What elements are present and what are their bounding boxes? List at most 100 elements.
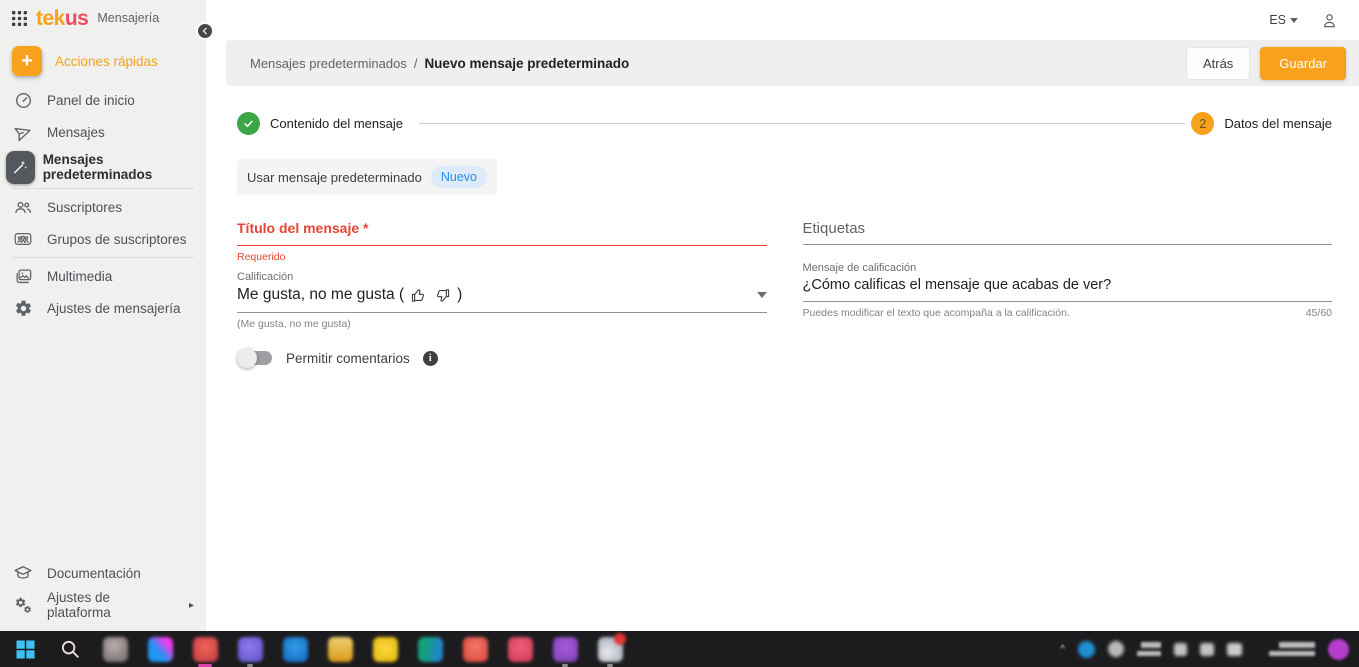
sidebar-item-ajustes-de-plataforma[interactable]: Ajustes de plataforma ▸ [0, 589, 206, 621]
sidebar-item-label: Documentación [47, 566, 141, 581]
logo-us: us [65, 7, 89, 30]
language-selector[interactable]: ES [1269, 13, 1298, 27]
rating-message-label: Mensaje de calificación [803, 262, 1333, 274]
quick-actions-label: Acciones rápidas [55, 54, 158, 69]
sidebar-divider [12, 257, 194, 258]
taskbar-app-icon-5[interactable] [282, 636, 308, 662]
title-error-hint: Requerido [237, 251, 767, 263]
taskbar-app-icon-11[interactable] [552, 636, 578, 662]
plus-icon[interactable]: + [12, 46, 42, 76]
taskbar-app-icon-1[interactable] [102, 636, 128, 662]
sidebar-item-label: Grupos de suscriptores [47, 232, 187, 247]
taskbar-icons [12, 636, 623, 662]
search-icon[interactable] [57, 636, 83, 662]
info-icon[interactable]: i [423, 351, 438, 366]
comments-toggle-label: Permitir comentarios [286, 351, 410, 366]
rating-select-label: Calificación [237, 271, 767, 283]
volume-icon[interactable] [1200, 643, 1214, 656]
app-window: tekus Mensajería + Acciones rápidas Pane… [0, 0, 1359, 631]
notification-icon[interactable] [1328, 639, 1349, 660]
rating-select[interactable]: Me gusta, no me gusta ( ) [237, 286, 767, 313]
title-input-label: Título del mensaje * [237, 220, 368, 236]
taskbar-app-icon-4[interactable] [237, 636, 263, 662]
chevron-down-icon [1290, 18, 1298, 23]
back-button[interactable]: Atrás [1186, 47, 1250, 80]
step2-circle[interactable]: 2 [1191, 112, 1214, 135]
taskbar-app-icon-9[interactable] [462, 636, 488, 662]
step1-label[interactable]: Contenido del mensaje [270, 116, 403, 131]
step2-label[interactable]: Datos del mensaje [1224, 116, 1332, 131]
sidebar-item-label: Panel de inicio [47, 93, 135, 108]
character-counter: 45/60 [1306, 307, 1332, 319]
toolbar-buttons: Atrás Guardar [1186, 47, 1346, 80]
windows-start-icon[interactable] [12, 636, 38, 662]
preset-chip-label: Usar mensaje predeterminado [247, 170, 422, 185]
quick-actions-button[interactable]: + Acciones rápidas [0, 44, 206, 78]
topbar: ES [206, 0, 1359, 40]
sidebar-item-label: Ajustes de mensajería [47, 301, 181, 316]
brand-logo[interactable]: tekus [36, 8, 88, 29]
sidebar-item-label: Mensajes [47, 125, 105, 140]
main-area: ES Mensajes predeterminados / Nuevo mens… [206, 0, 1359, 631]
nuevo-badge[interactable]: Nuevo [431, 166, 487, 188]
save-button[interactable]: Guardar [1260, 47, 1346, 80]
page-toolbar: Mensajes predeterminados / Nuevo mensaje… [226, 40, 1359, 86]
suite-label: Mensajería [97, 11, 159, 25]
rating-select-hint: (Me gusta, no me gusta) [237, 318, 767, 330]
apps-grid-icon[interactable] [12, 11, 27, 26]
stepper: Contenido del mensaje 2 Datos del mensaj… [237, 112, 1332, 135]
allow-comments-toggle[interactable] [237, 348, 273, 368]
clock[interactable] [1269, 642, 1315, 656]
use-preset-message-chip[interactable]: Usar mensaje predeterminado Nuevo [237, 159, 497, 195]
sidebar-item-panel-de-inicio[interactable]: Panel de inicio [0, 84, 206, 116]
sidebar-item-ajustes-de-mensajeria[interactable]: Ajustes de mensajería [0, 292, 206, 324]
rating-message-helper-row: Puedes modificar el texto que acompaña a… [803, 307, 1333, 319]
sidebar-item-grupos-de-suscriptores[interactable]: Grupos de suscriptores [0, 223, 206, 255]
step1-check-icon[interactable] [237, 112, 260, 135]
form-right-column: Etiquetas Mensaje de calificación ¿Cómo … [803, 220, 1333, 368]
wand-icon [6, 151, 35, 184]
breadcrumb-parent[interactable]: Mensajes predeterminados [250, 56, 407, 71]
language-indicator[interactable] [1137, 642, 1161, 656]
rating-message-input[interactable]: ¿Cómo calificas el mensaje que acabas de… [803, 277, 1333, 302]
form-content: Contenido del mensaje 2 Datos del mensaj… [206, 86, 1359, 368]
chevron-right-icon: ▸ [189, 600, 194, 611]
chevron-left-icon [200, 26, 210, 36]
logo-tek: tek [36, 7, 65, 30]
taskbar-app-icon-10[interactable] [507, 636, 533, 662]
chevron-up-icon[interactable]: ^ [1060, 644, 1065, 655]
tray-gray-icon[interactable] [1108, 641, 1124, 657]
system-tray: ^ [1060, 639, 1349, 660]
sidebar-footer: Documentación Ajustes de plataforma ▸ [0, 557, 206, 631]
taskbar-app-icon-2[interactable] [147, 636, 173, 662]
breadcrumb: Mensajes predeterminados / Nuevo mensaje… [250, 56, 629, 71]
sidebar-item-multimedia[interactable]: Multimedia [0, 260, 206, 292]
user-account-icon[interactable] [1320, 11, 1339, 30]
sidebar-item-label: Mensajes predeterminados [43, 152, 194, 182]
sidebar-collapse-button[interactable] [196, 22, 214, 40]
breadcrumb-separator: / [414, 56, 418, 71]
stepper-connector [419, 123, 1185, 124]
battery-icon[interactable] [1227, 643, 1242, 656]
sidebar-item-mensajes[interactable]: Mensajes [0, 116, 206, 148]
sidebar-item-documentacion[interactable]: Documentación [0, 557, 206, 589]
tray-blue-icon[interactable] [1078, 641, 1095, 658]
sidebar-item-suscriptores[interactable]: Suscriptores [0, 191, 206, 223]
gears-icon [12, 594, 34, 616]
wifi-icon[interactable] [1174, 643, 1187, 656]
sidebar-divider [12, 188, 194, 189]
taskbar-app-icon-8[interactable] [417, 636, 443, 662]
taskbar-app-icon-6[interactable] [327, 636, 353, 662]
title-input[interactable]: Título del mensaje * [237, 220, 767, 246]
taskbar-app-icon-12[interactable] [597, 636, 623, 662]
sidebar-item-label: Suscriptores [47, 200, 122, 215]
form-left-column: Título del mensaje * Requerido Calificac… [237, 220, 767, 368]
tags-input[interactable]: Etiquetas [803, 220, 1333, 245]
send-icon [12, 121, 34, 143]
photo-library-icon [12, 265, 34, 287]
page-title: Nuevo mensaje predeterminado [424, 56, 629, 71]
comments-toggle-row: Permitir comentarios i [237, 348, 767, 368]
sidebar-item-mensajes-predeterminados[interactable]: Mensajes predeterminados [0, 148, 206, 186]
taskbar-app-icon-7[interactable] [372, 636, 398, 662]
taskbar-app-icon-3[interactable] [192, 636, 218, 662]
